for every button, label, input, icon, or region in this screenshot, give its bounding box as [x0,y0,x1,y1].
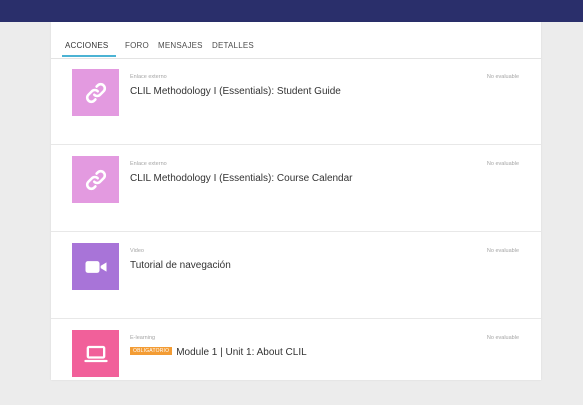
active-tab-indicator [62,55,116,57]
item-title-link[interactable]: CLIL Methodology I (Essentials): Student… [130,86,341,97]
item-title-link[interactable]: Tutorial de navegación [130,260,231,271]
item-thumbnail [72,243,119,290]
item-type-label: E-learning [130,335,156,341]
item-type-label: Enlace externo [130,74,167,80]
laptop-icon [83,345,108,362]
item-status: No evaluable [486,161,519,167]
activity-item[interactable]: Video Tutorial de navegación No evaluabl… [51,232,541,319]
course-content-panel: ACCIONES FORO MENSAJES DETALLES Enlace e… [51,22,541,380]
item-thumbnail [72,330,119,377]
item-status: No evaluable [486,335,519,341]
top-navigation-bar [0,0,583,22]
activity-item[interactable]: Enlace externo CLIL Methodology I (Essen… [51,58,541,145]
item-thumbnail [72,156,119,203]
item-status: No evaluable [486,248,519,254]
activity-item[interactable]: Enlace externo CLIL Methodology I (Essen… [51,145,541,232]
item-title-row[interactable]: OBLIGATORIO Module 1 | Unit 1: About CLIL [130,347,307,358]
tab-bar: ACCIONES FORO MENSAJES DETALLES [51,22,541,59]
tab-detalles[interactable]: DETALLES [212,41,254,50]
mandatory-badge: OBLIGATORIO [130,347,173,356]
item-title-link[interactable]: Module 1 | Unit 1: About CLIL [176,347,306,358]
link-icon [85,169,106,190]
tab-mensajes[interactable]: MENSAJES [158,41,203,50]
activity-item[interactable]: E-learning OBLIGATORIO Module 1 | Unit 1:… [51,319,541,405]
item-type-label: Video [130,248,144,254]
video-camera-icon [85,260,106,273]
tab-foro[interactable]: FORO [125,41,149,50]
item-thumbnail [72,69,119,116]
item-title-link[interactable]: CLIL Methodology I (Essentials): Course … [130,173,353,184]
tab-acciones[interactable]: ACCIONES [65,41,108,50]
item-status: No evaluable [486,74,519,80]
item-type-label: Enlace externo [130,161,167,167]
link-icon [85,82,106,103]
